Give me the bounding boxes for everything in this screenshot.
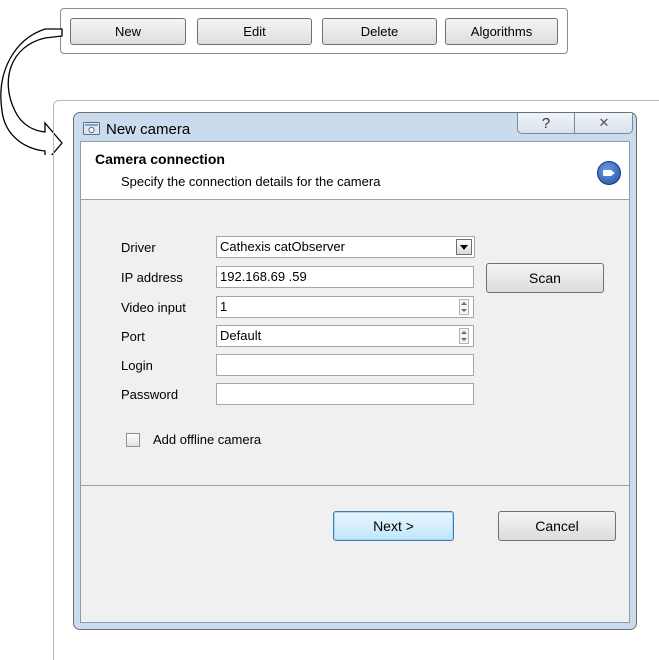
login-label: Login xyxy=(121,358,153,373)
video-input-value: 1 xyxy=(220,299,228,314)
driver-select[interactable]: Cathexis catObserver xyxy=(216,236,475,258)
camera-icon xyxy=(597,161,621,185)
driver-label: Driver xyxy=(121,240,156,255)
page-subtitle: Specify the connection details for the c… xyxy=(121,174,381,189)
add-offline-label[interactable]: Add offline camera xyxy=(153,432,261,447)
page-title: Camera connection xyxy=(95,151,225,167)
port-spinbox[interactable]: Default xyxy=(216,325,474,347)
login-field[interactable] xyxy=(216,354,474,376)
next-button[interactable]: Next > xyxy=(333,511,454,541)
port-value: Default xyxy=(220,328,262,343)
new-button[interactable]: New xyxy=(70,18,186,45)
edit-button[interactable]: Edit xyxy=(197,18,312,45)
new-camera-dialog: New camera ? ✕ Camera connection Specify… xyxy=(73,112,637,630)
titlebar-buttons: ? ✕ xyxy=(517,113,633,134)
spin-arrows-icon[interactable] xyxy=(459,328,469,344)
algorithms-button[interactable]: Algorithms xyxy=(445,18,558,45)
dialog-body: Camera connection Specify the connection… xyxy=(80,141,630,623)
dialog-titlebar[interactable]: New camera ? ✕ xyxy=(74,113,636,141)
video-input-spinbox[interactable]: 1 xyxy=(216,296,474,318)
password-field[interactable] xyxy=(216,383,474,405)
ip-address-value: 192.168.69 .59 xyxy=(220,269,307,284)
cancel-button[interactable]: Cancel xyxy=(498,511,616,541)
scan-button[interactable]: Scan xyxy=(486,263,604,293)
dialog-title: New camera xyxy=(106,121,191,138)
close-button[interactable]: ✕ xyxy=(575,113,633,133)
chevron-down-icon[interactable] xyxy=(456,239,472,255)
port-label: Port xyxy=(121,329,145,344)
ip-address-field[interactable]: 192.168.69 .59 xyxy=(216,266,474,288)
camera-app-icon xyxy=(83,122,100,135)
wizard-header: Camera connection Specify the connection… xyxy=(81,142,629,200)
spin-arrows-icon[interactable] xyxy=(459,299,469,315)
video-input-label: Video input xyxy=(121,300,186,315)
delete-button[interactable]: Delete xyxy=(322,18,437,45)
footer-divider xyxy=(81,485,629,486)
main-toolbar: New Edit Delete Algorithms xyxy=(60,8,568,54)
help-button[interactable]: ? xyxy=(518,113,575,133)
password-label: Password xyxy=(121,387,179,402)
add-offline-checkbox[interactable] xyxy=(126,433,140,447)
ip-address-label: IP address xyxy=(121,270,183,285)
driver-value: Cathexis catObserver xyxy=(220,239,345,254)
